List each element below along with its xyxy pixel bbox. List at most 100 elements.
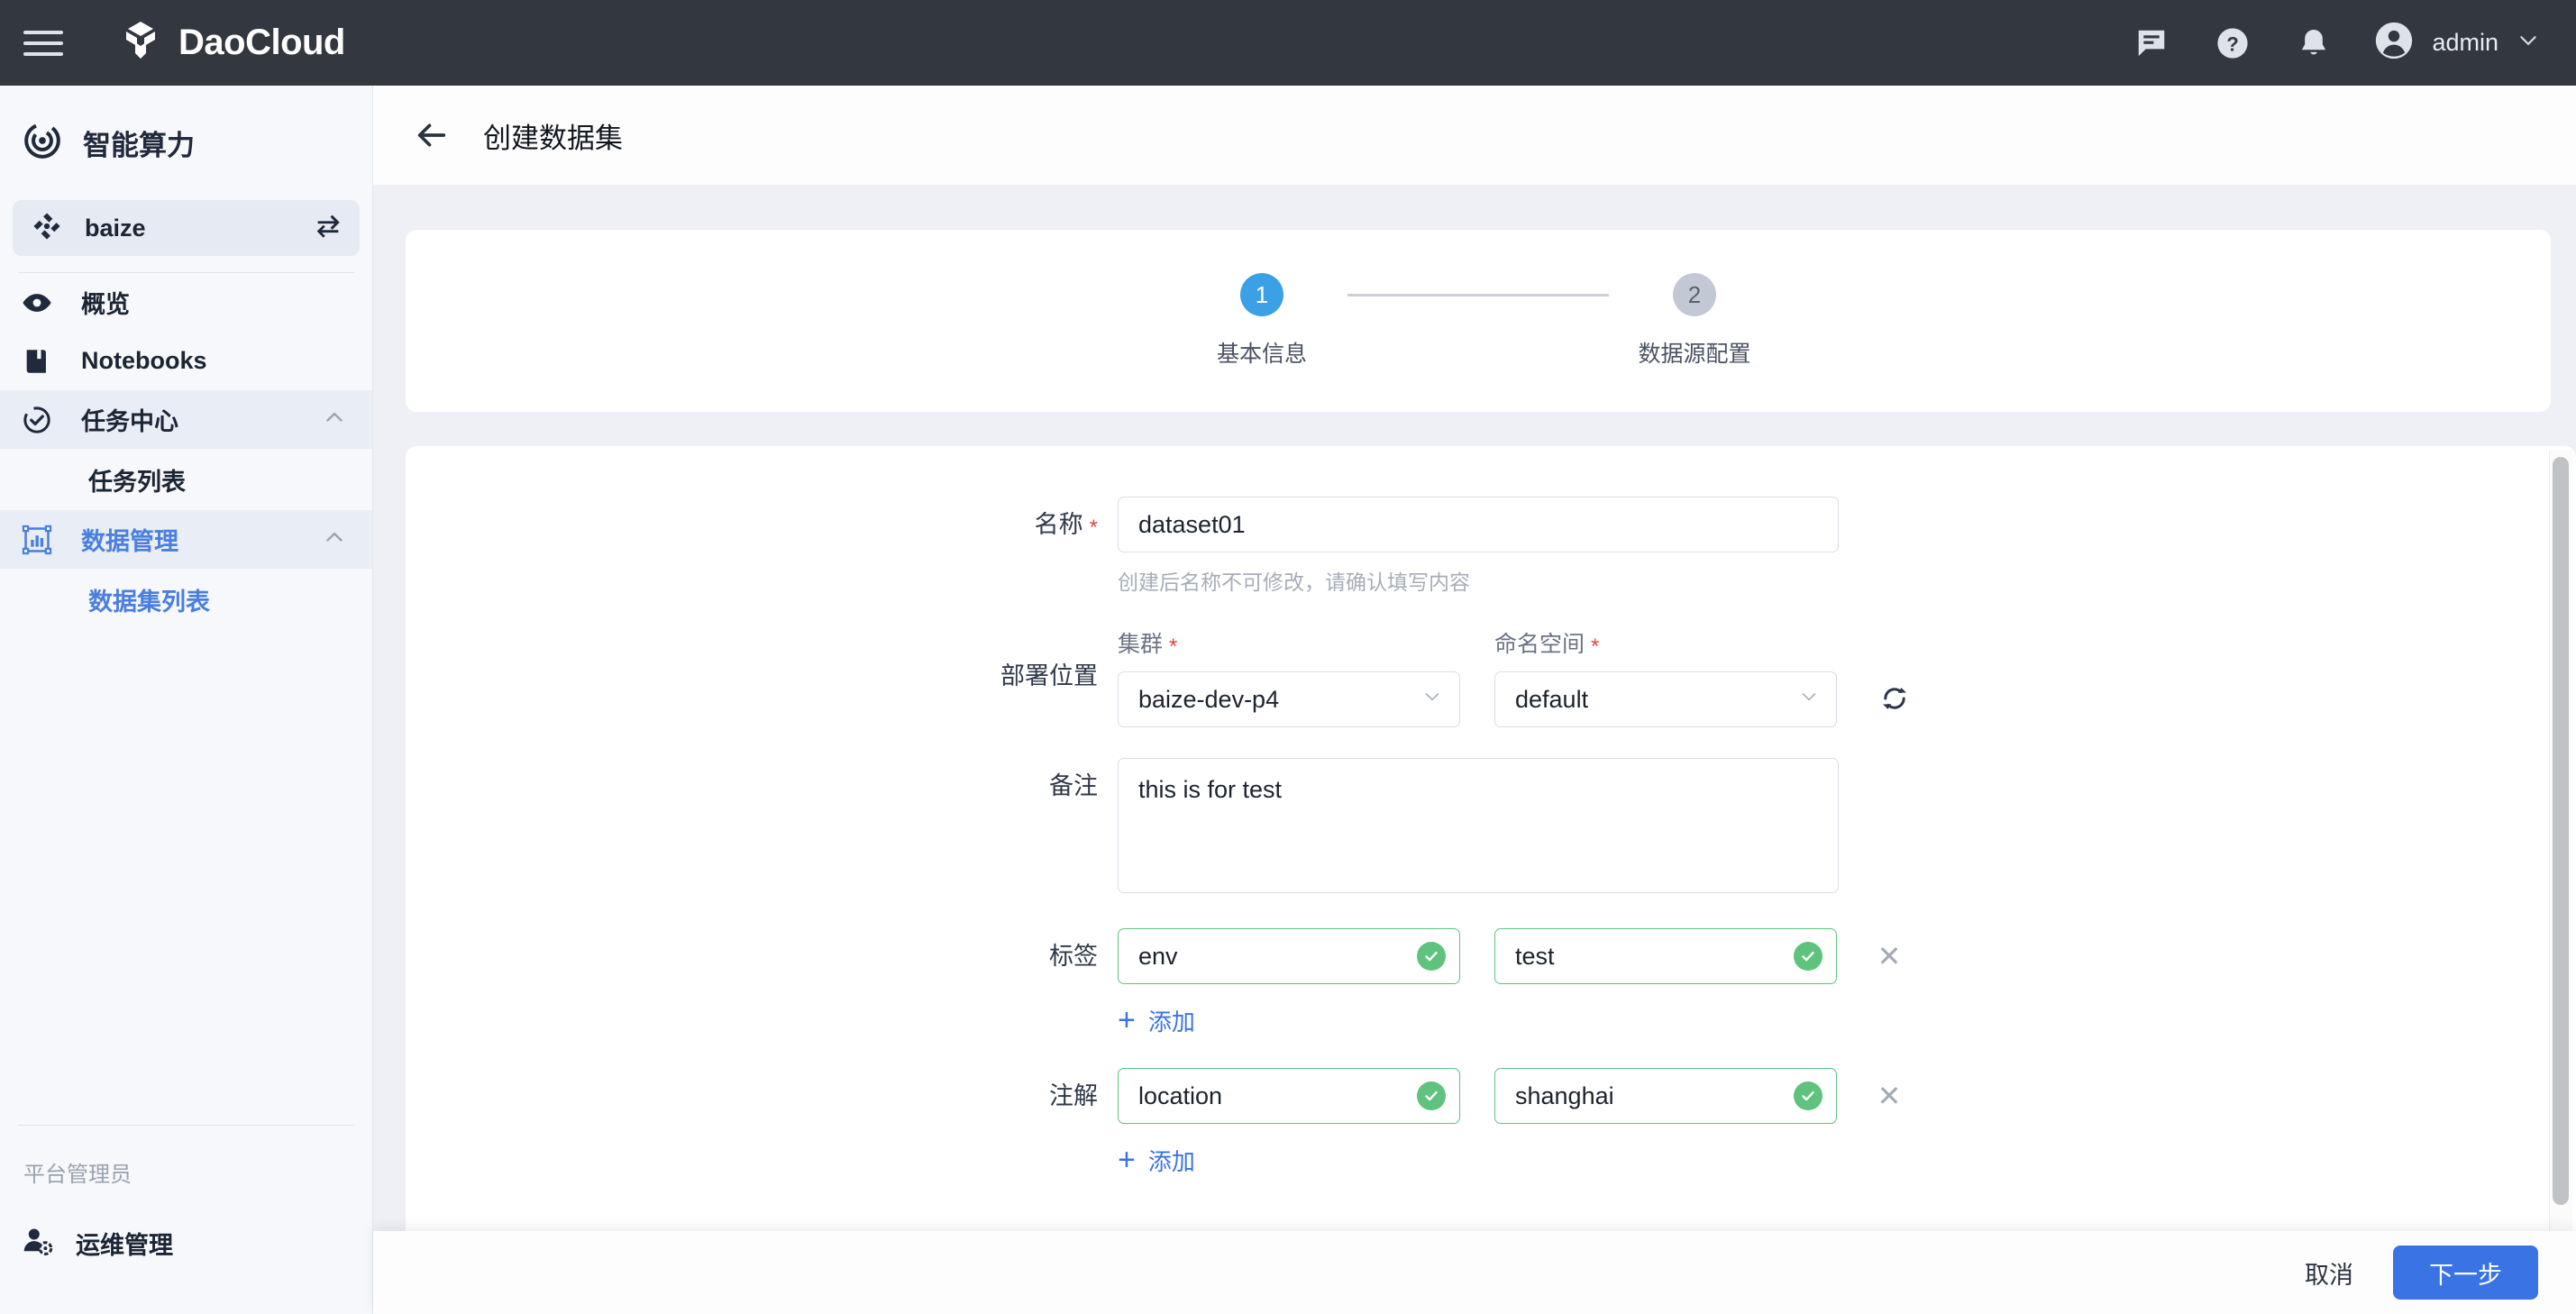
stepper-card: 1 基本信息 2 数据源配置	[406, 230, 2551, 412]
chevron-down-icon[interactable]	[2517, 29, 2540, 57]
cluster-select[interactable]: baize-dev-p4	[1118, 671, 1460, 727]
sidebar-item-dataset-list[interactable]: 数据集列表	[0, 569, 372, 630]
check-circle-icon	[1417, 1081, 1446, 1110]
cluster-label: 集群	[1118, 632, 1163, 657]
step-number-badge: 2	[1673, 273, 1716, 316]
eye-icon	[22, 287, 59, 318]
user-gear-icon	[22, 1225, 54, 1262]
namespace-selected-value: default	[1515, 686, 1798, 714]
page-title: 创建数据集	[483, 115, 623, 156]
form-row-labels: 标签	[406, 928, 2576, 1037]
project-name-label: baize	[85, 214, 146, 242]
step-basic-info[interactable]: 1 基本信息	[1176, 273, 1347, 369]
step-number-badge: 1	[1240, 273, 1283, 316]
annotation-kv-row: ✕	[1118, 1068, 2576, 1124]
labels-control: ✕ + 添加	[1118, 928, 2576, 1037]
remark-control	[1118, 758, 2576, 898]
top-bar-actions: ? admin	[2131, 21, 2540, 65]
sidebar-item-task-center[interactable]: 任务中心	[0, 390, 372, 449]
sidebar-title: 智能算力	[0, 86, 372, 193]
help-icon[interactable]: ?	[2212, 23, 2253, 64]
required-marker: *	[1169, 634, 1177, 659]
step-datasource-config[interactable]: 2 数据源配置	[1609, 273, 1780, 369]
bell-icon[interactable]	[2293, 23, 2334, 64]
remark-label: 备注	[406, 758, 1118, 814]
annotation-value-input[interactable]	[1494, 1068, 1837, 1124]
sidebar-item-notebooks[interactable]: Notebooks	[0, 332, 372, 390]
label-kv-row: ✕	[1118, 928, 2576, 984]
name-label-wrap: 名称*	[406, 497, 1118, 554]
check-circle-icon	[1794, 942, 1822, 971]
label-value-field	[1494, 928, 1837, 984]
label-key-field	[1118, 928, 1460, 984]
chat-icon[interactable]	[2131, 23, 2172, 64]
username-label: admin	[2432, 29, 2498, 57]
annotation-key-input[interactable]	[1118, 1068, 1460, 1124]
remove-icon[interactable]: ✕	[1871, 1078, 1907, 1114]
label-value-input[interactable]	[1494, 928, 1837, 984]
top-bar: DaoCloud ?	[0, 0, 2576, 86]
sidebar-section-label: 平台管理员	[0, 1126, 372, 1188]
form-row-annotations: 注解	[406, 1068, 2576, 1177]
name-hint: 创建后名称不可修改，请确认填写内容	[1118, 565, 2576, 596]
brand-logo[interactable]: DaoCloud	[119, 19, 345, 67]
page-header: 创建数据集	[373, 86, 2576, 185]
hamburger-icon[interactable]	[23, 30, 63, 57]
cluster-selected-value: baize-dev-p4	[1138, 686, 1421, 714]
swap-project-icon[interactable]	[313, 211, 343, 246]
sidebar-subitem-label: 数据集列表	[88, 582, 210, 617]
step-connector-line	[1347, 294, 1609, 297]
remove-icon[interactable]: ✕	[1871, 938, 1907, 974]
cancel-button[interactable]: 取消	[2296, 1245, 2362, 1301]
step-label: 基本信息	[1217, 336, 1307, 369]
main-content: 创建数据集 1 基本信息 2 数据源配置 名称*	[373, 86, 2576, 1314]
label-key-input[interactable]	[1118, 928, 1460, 984]
sidebar-item-label: 任务中心	[81, 402, 178, 437]
back-arrow-icon[interactable]	[407, 111, 456, 160]
labels-label: 标签	[406, 928, 1118, 984]
sidebar-item-label: 概览	[81, 285, 130, 320]
compute-target-icon	[22, 120, 63, 166]
chevron-down-icon	[1421, 686, 1443, 714]
sidebar-item-task-list[interactable]: 任务列表	[0, 449, 372, 510]
sidebar-item-ops-management[interactable]: 运维管理	[0, 1213, 372, 1273]
cluster-field: 集群* baize-dev-p4	[1118, 626, 1460, 727]
sidebar-item-overview[interactable]: 概览	[0, 273, 372, 332]
form: 名称* 创建后名称不可修改，请确认填写内容 部署位置 集群*	[406, 446, 2576, 1239]
location-control: 集群* baize-dev-p4 命名空间*	[1118, 626, 2576, 727]
location-label: 部署位置	[406, 626, 1118, 725]
project-icon	[31, 210, 63, 247]
user-menu[interactable]: admin	[2374, 21, 2540, 65]
required-marker: *	[1090, 516, 1098, 540]
add-label-button[interactable]: + 添加	[1118, 1004, 1195, 1037]
plus-icon: +	[1118, 1005, 1136, 1036]
sidebar-item-label: 数据管理	[81, 522, 178, 557]
refresh-icon[interactable]	[1871, 671, 1918, 726]
namespace-label: 命名空间	[1494, 632, 1585, 657]
remark-textarea[interactable]	[1118, 758, 1839, 893]
namespace-field: 命名空间* default	[1494, 626, 1837, 727]
chevron-up-icon[interactable]	[322, 405, 347, 434]
namespace-sublabel-wrap: 命名空间*	[1494, 626, 1837, 659]
sidebar-project-selector[interactable]: baize	[13, 200, 360, 256]
form-row-location: 部署位置 集群* baize-dev-p4	[406, 626, 2576, 727]
check-circle-icon	[1417, 942, 1446, 971]
annotations-control: ✕ + 添加	[1118, 1068, 2576, 1177]
check-circle-icon	[1794, 1081, 1822, 1110]
sidebar-subitem-label: 任务列表	[88, 462, 186, 497]
next-step-button[interactable]: 下一步	[2393, 1246, 2538, 1300]
sidebar-item-label: Notebooks	[81, 347, 207, 375]
sidebar-item-label: 运维管理	[76, 1226, 173, 1261]
brand-name: DaoCloud	[178, 23, 345, 63]
sidebar-spacer	[0, 630, 372, 1125]
stepper: 1 基本信息 2 数据源配置	[1176, 273, 1780, 369]
book-icon	[22, 346, 59, 377]
form-scrollbar-thumb[interactable]	[2553, 457, 2569, 1205]
sidebar-item-data-management[interactable]: 数据管理	[0, 510, 372, 569]
cluster-sublabel-wrap: 集群*	[1118, 626, 1460, 659]
name-input[interactable]	[1118, 497, 1839, 552]
namespace-select[interactable]: default	[1494, 671, 1837, 727]
chevron-up-icon[interactable]	[322, 525, 347, 554]
annotations-label: 注解	[406, 1068, 1118, 1124]
add-annotation-button[interactable]: + 添加	[1118, 1144, 1195, 1177]
